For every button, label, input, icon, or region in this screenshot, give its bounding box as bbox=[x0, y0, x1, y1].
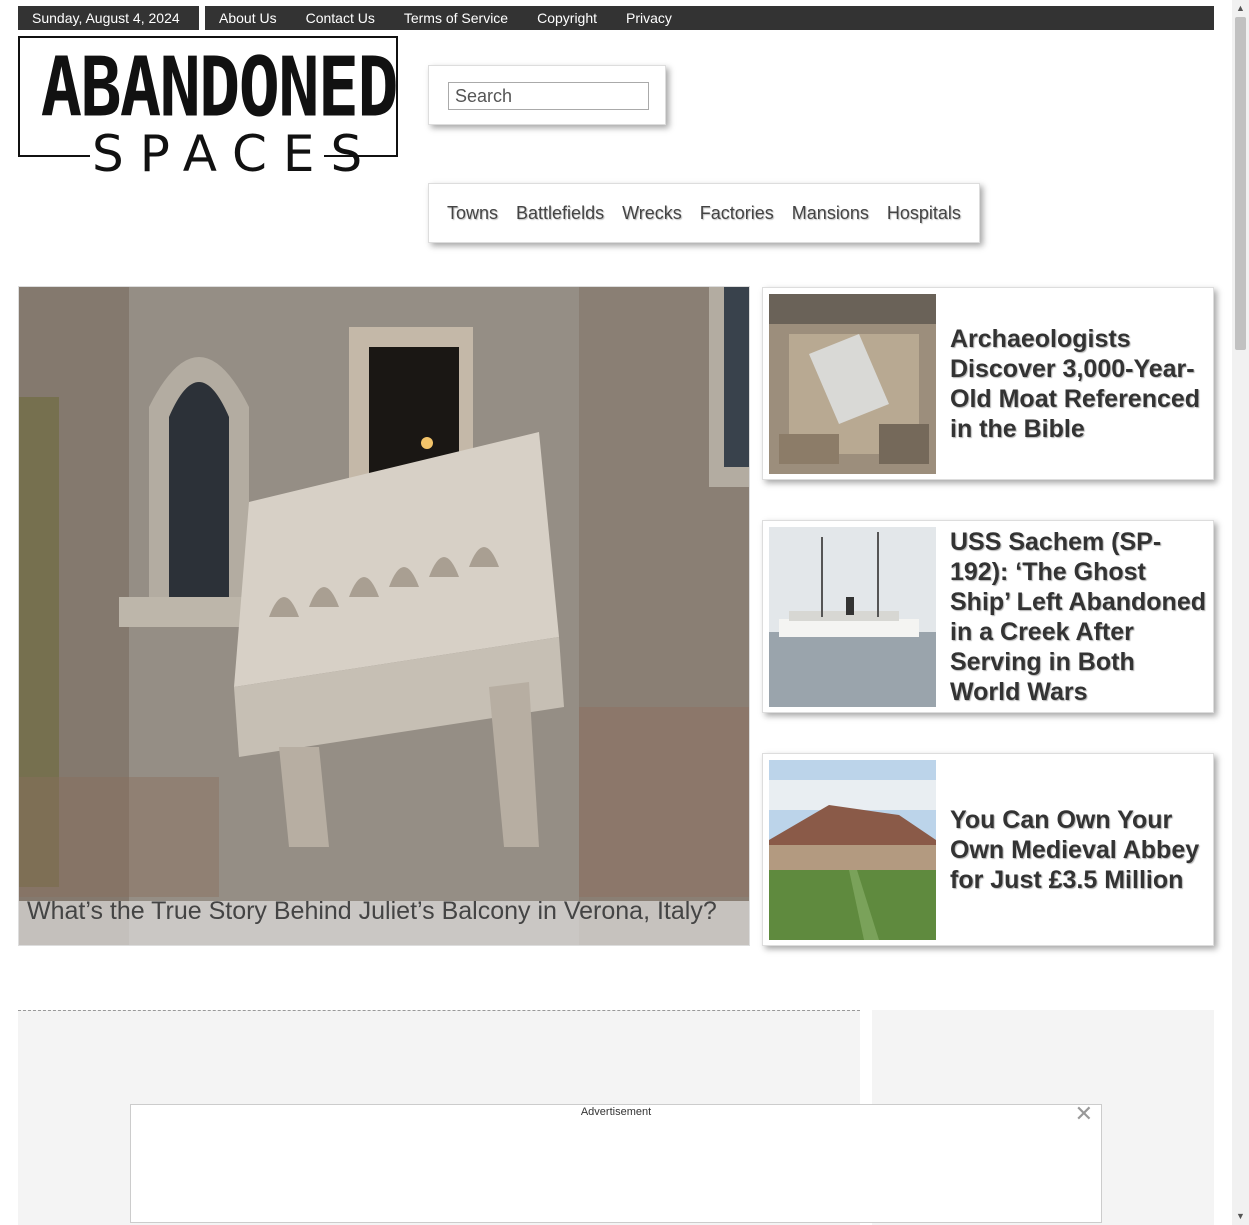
article-card[interactable]: Archaeologists Discover 3,000-Year-Old M… bbox=[762, 287, 1214, 480]
link-contact-us[interactable]: Contact Us bbox=[306, 6, 375, 30]
scroll-up-icon[interactable]: ▲ bbox=[1232, 0, 1249, 17]
article-title[interactable]: Archaeologists Discover 3,000-Year-Old M… bbox=[950, 324, 1207, 444]
nav-hospitals[interactable]: Hospitals bbox=[887, 203, 961, 224]
top-links: About Us Contact Us Terms of Service Cop… bbox=[219, 6, 701, 30]
article-thumbnail[interactable] bbox=[769, 760, 936, 940]
article-title[interactable]: You Can Own Your Own Medieval Abbey for … bbox=[950, 805, 1207, 895]
site-logo[interactable]: ABANDONED SPACES bbox=[18, 36, 399, 183]
article-title[interactable]: USS Sachem (SP-192): ‘The Ghost Ship’ Le… bbox=[950, 527, 1207, 707]
link-copyright[interactable]: Copyright bbox=[537, 6, 597, 30]
scroll-down-icon[interactable]: ▼ bbox=[1232, 1208, 1249, 1225]
link-about-us[interactable]: About Us bbox=[219, 6, 277, 30]
link-terms-of-service[interactable]: Terms of Service bbox=[404, 6, 508, 30]
current-date: Sunday, August 4, 2024 bbox=[32, 10, 180, 26]
logo-line-left bbox=[18, 155, 90, 157]
nav-towns[interactable]: Towns bbox=[447, 203, 498, 224]
close-icon[interactable]: ✕ bbox=[1075, 1101, 1093, 1127]
featured-title[interactable]: What’s the True Story Behind Juliet’s Ba… bbox=[27, 899, 743, 924]
article-card[interactable]: USS Sachem (SP-192): ‘The Ghost Ship’ Le… bbox=[762, 520, 1214, 713]
logo-word-abandoned: ABANDONED bbox=[40, 40, 399, 136]
scrollbar-thumb[interactable] bbox=[1235, 17, 1246, 350]
nav-wrecks[interactable]: Wrecks bbox=[622, 203, 682, 224]
featured-caption: What’s the True Story Behind Juliet’s Ba… bbox=[19, 899, 749, 945]
article-card[interactable]: You Can Own Your Own Medieval Abbey for … bbox=[762, 753, 1214, 946]
logo-word-spaces: SPACES bbox=[92, 125, 379, 183]
featured-article[interactable]: What’s the True Story Behind Juliet’s Ba… bbox=[18, 286, 750, 946]
article-thumbnail[interactable] bbox=[769, 527, 936, 707]
article-thumbnail[interactable] bbox=[769, 294, 936, 474]
search-widget bbox=[428, 65, 666, 125]
advertisement-banner[interactable]: Advertisement ✕ bbox=[130, 1101, 1102, 1223]
link-privacy[interactable]: Privacy bbox=[626, 6, 672, 30]
featured-image bbox=[19, 287, 749, 945]
nav-factories[interactable]: Factories bbox=[700, 203, 774, 224]
nav-mansions[interactable]: Mansions bbox=[792, 203, 869, 224]
top-bar: Sunday, August 4, 2024 About Us Contact … bbox=[18, 6, 1214, 30]
ad-label: Advertisement bbox=[580, 1106, 652, 1118]
page-scrollbar[interactable]: ▲ ▼ bbox=[1232, 0, 1249, 1225]
abbey-image bbox=[769, 760, 936, 940]
excavation-image bbox=[769, 294, 936, 474]
search-input[interactable] bbox=[448, 82, 649, 110]
ship-image bbox=[769, 527, 936, 707]
divider bbox=[199, 6, 205, 30]
nav-battlefields[interactable]: Battlefields bbox=[516, 203, 604, 224]
category-nav: Towns Battlefields Wrecks Factories Mans… bbox=[428, 183, 980, 243]
